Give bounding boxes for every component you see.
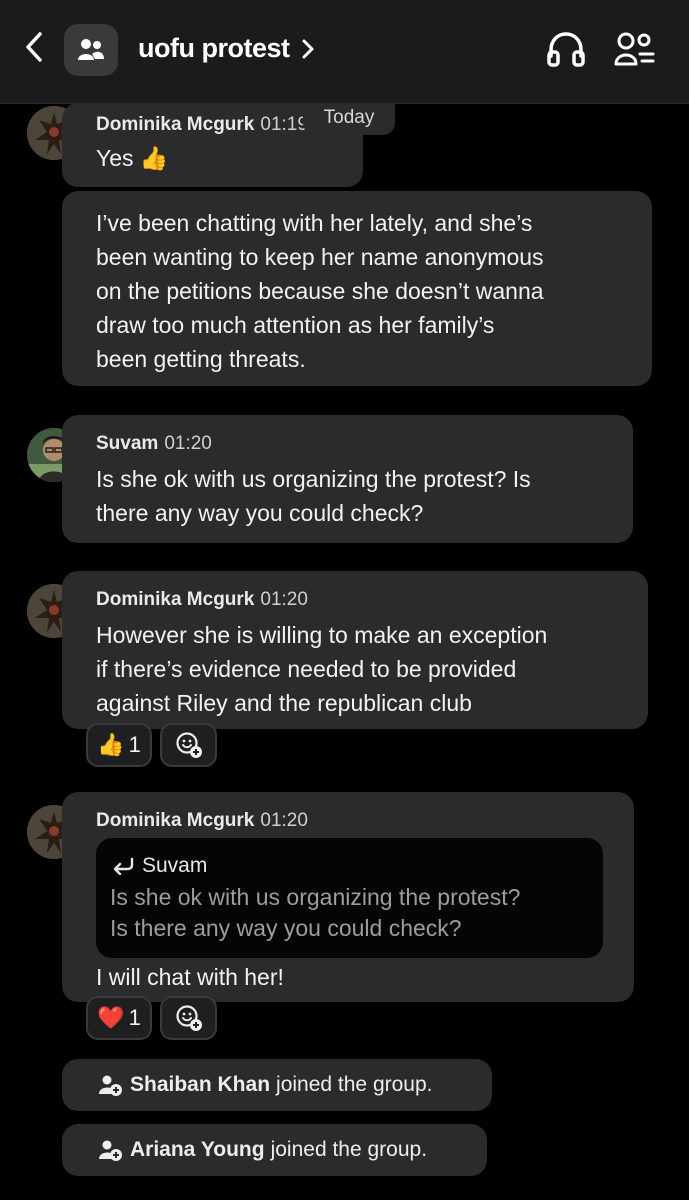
- add-reaction-icon: [175, 732, 202, 758]
- message-meta: Dominika Mcgurk 01:20: [96, 589, 308, 611]
- message-text: However she is willing to make an except…: [96, 622, 548, 716]
- add-reaction-icon: [175, 1005, 202, 1031]
- message-text: I will chat with her!: [96, 964, 284, 990]
- author-name: Dominika Mcgurk: [96, 114, 255, 135]
- headphones-icon[interactable]: [546, 30, 586, 68]
- system-message: Shaiban Khan joined the group.: [62, 1059, 492, 1111]
- reply-quote[interactable]: Suvam Is she ok with us organizing the p…: [96, 838, 603, 958]
- person-add-icon: [99, 1140, 122, 1161]
- author-name: Dominika Mcgurk: [96, 589, 255, 610]
- members-icon[interactable]: [614, 30, 656, 68]
- reaction-emoji: ❤️: [97, 1005, 125, 1030]
- message-meta: Dominika Mcgurk 01:19: [96, 114, 308, 136]
- message-text: I’ve been chatting with her lately, and …: [96, 210, 544, 372]
- chat-header: uofu protest: [0, 0, 689, 104]
- author-name: Suvam: [96, 433, 159, 454]
- system-user-name[interactable]: Ariana Young: [130, 1138, 265, 1162]
- reaction-chip[interactable]: ❤️ 1: [86, 996, 152, 1040]
- message-time: 01:19: [260, 114, 308, 135]
- message-time: 01:20: [260, 589, 308, 610]
- message-bubble[interactable]: Dominika Mcgurk 01:20 Suvam Is she ok wit…: [62, 792, 634, 1002]
- message-meta: Suvam 01:20: [96, 433, 212, 455]
- reply-arrow-icon: [113, 857, 134, 875]
- date-divider: Today: [303, 103, 395, 135]
- reply-text: Is she ok with us organizing the protest…: [110, 884, 521, 941]
- reply-author-name: Suvam: [142, 854, 208, 877]
- add-reaction-button[interactable]: [160, 723, 217, 767]
- reaction-count: 1: [128, 732, 141, 757]
- message-bubble[interactable]: I’ve been chatting with her lately, and …: [62, 191, 652, 386]
- system-user-name[interactable]: Shaiban Khan: [130, 1073, 270, 1097]
- author-name: Dominika Mcgurk: [96, 810, 255, 831]
- message-bubble[interactable]: Suvam 01:20 Is she ok with us organizing …: [62, 415, 633, 543]
- add-reaction-button[interactable]: [160, 996, 217, 1040]
- reaction-emoji: 👍: [97, 732, 125, 757]
- message-time: 01:20: [260, 810, 308, 831]
- message-text: Yes 👍: [96, 145, 169, 171]
- message-time: 01:20: [164, 433, 212, 454]
- message-bubble[interactable]: Dominika Mcgurk 01:20 However she is will…: [62, 571, 648, 729]
- reaction-count: 1: [128, 1005, 141, 1030]
- reaction-chip[interactable]: 👍 1: [86, 723, 152, 767]
- chevron-right-icon: [302, 39, 314, 58]
- system-text: joined the group.: [276, 1073, 433, 1096]
- message-text: Is she ok with us organizing the protest…: [96, 466, 531, 526]
- system-text: joined the group.: [270, 1138, 428, 1161]
- chat-title: uofu protest: [138, 33, 290, 63]
- group-avatar[interactable]: [64, 24, 118, 76]
- person-add-icon: [99, 1075, 122, 1096]
- system-message: Ariana Young joined the group.: [62, 1124, 487, 1176]
- chat-title-button[interactable]: uofu protest: [138, 33, 315, 64]
- message-meta: Dominika Mcgurk 01:20: [96, 810, 308, 832]
- group-icon: [78, 39, 104, 60]
- reply-author: Suvam: [112, 854, 207, 878]
- chevron-left-icon[interactable]: [20, 30, 50, 64]
